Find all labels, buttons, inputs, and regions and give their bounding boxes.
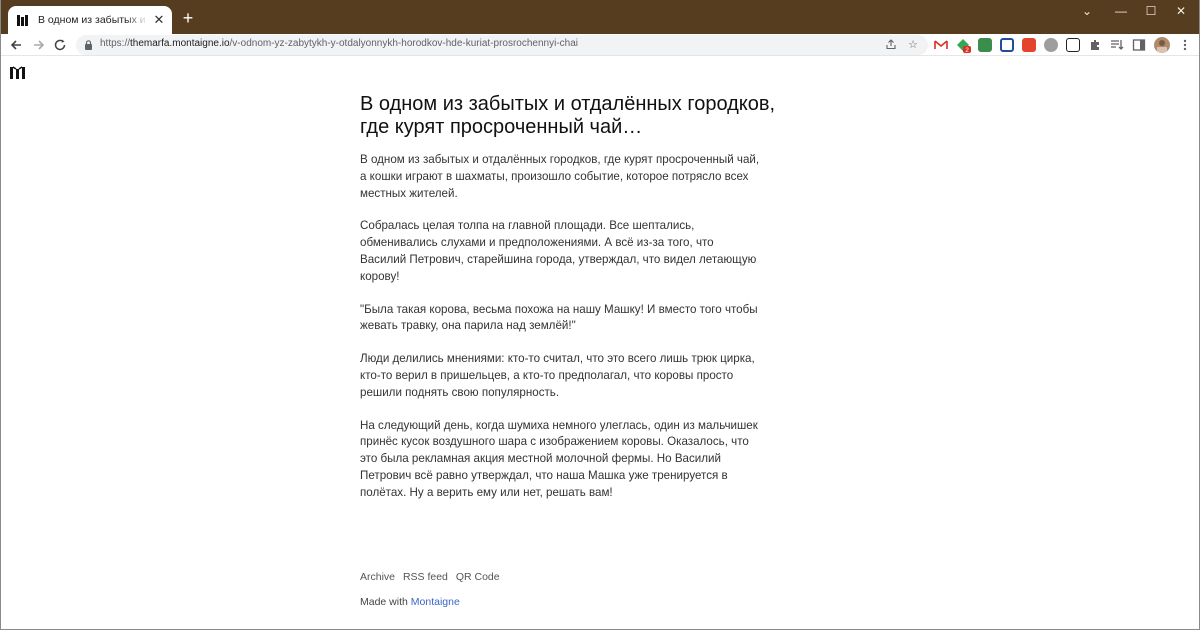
- bookmark-star-icon[interactable]: ☆: [906, 38, 920, 52]
- maximize-icon[interactable]: ☐: [1134, 0, 1168, 22]
- montaigne-logo-icon[interactable]: [9, 66, 29, 80]
- share-icon[interactable]: [884, 38, 898, 52]
- article-paragraph: На следующий день, когда шумиха немного …: [360, 418, 758, 499]
- todoist-extension-icon[interactable]: [1022, 38, 1036, 52]
- article: В одном из забытых и отдалённых городков…: [360, 93, 800, 518]
- notion-extension-icon[interactable]: [1066, 38, 1080, 52]
- tab-title: В одном из забытых и отдалённых городков…: [38, 14, 148, 26]
- article-paragraph: "Была такая корова, весьма похожа на наш…: [360, 302, 758, 333]
- footer-links: Archive RSS feed QR Code: [360, 571, 505, 583]
- extension-badge: 2: [965, 47, 969, 54]
- lock-icon[interactable]: [84, 40, 93, 50]
- trello-extension-icon[interactable]: [1000, 38, 1014, 52]
- minimize-icon[interactable]: —: [1104, 0, 1138, 22]
- menu-icon[interactable]: [1178, 38, 1192, 52]
- qr-code-link[interactable]: QR Code: [456, 571, 500, 583]
- made-with-label: Made with: [360, 596, 408, 608]
- article-title: В одном из забытых и отдалённых городков…: [360, 93, 776, 138]
- gmail-extension-icon[interactable]: [934, 38, 948, 52]
- window-close-icon[interactable]: ✕: [1164, 0, 1198, 22]
- montaigne-favicon-icon: [17, 15, 28, 26]
- reload-icon[interactable]: [52, 37, 68, 53]
- tab-search-icon[interactable]: ⌄: [1070, 0, 1104, 22]
- made-with-credit: Made with Montaigne: [360, 596, 460, 608]
- new-tab-button[interactable]: +: [178, 9, 198, 29]
- back-icon[interactable]: [8, 37, 24, 53]
- sheets-extension-icon[interactable]: [978, 38, 992, 52]
- extensions-icon[interactable]: [1088, 38, 1102, 52]
- browser-titlebar: В одном из забытых и отдалённых городков…: [0, 0, 1200, 34]
- side-panel-icon[interactable]: [1132, 38, 1146, 52]
- gray-extension-icon[interactable]: [1044, 38, 1058, 52]
- forward-icon[interactable]: [31, 37, 47, 53]
- article-paragraph: В одном из забытых и отдалённых городков…: [360, 153, 760, 200]
- rss-feed-link[interactable]: RSS feed: [403, 571, 448, 583]
- browser-toolbar: https://themarfa.montaigne.io/v-odnom-yz…: [0, 34, 1200, 56]
- profile-avatar[interactable]: [1154, 37, 1170, 53]
- article-paragraph: Собралась целая толпа на главной площади…: [360, 219, 757, 283]
- url-text[interactable]: https://themarfa.montaigne.io/v-odnom-yz…: [100, 38, 578, 49]
- article-paragraph: Люди делились мнениями: кто-то считал, ч…: [360, 352, 755, 399]
- reading-list-icon[interactable]: [1110, 38, 1124, 52]
- tab-close-icon[interactable]: ✕: [152, 13, 166, 27]
- montaigne-link[interactable]: Montaigne: [411, 596, 460, 608]
- archive-link[interactable]: Archive: [360, 571, 395, 583]
- address-bar[interactable]: https://themarfa.montaigne.io/v-odnom-yz…: [76, 35, 928, 55]
- browser-tab[interactable]: В одном из забытых и отдалённых городков…: [8, 6, 172, 34]
- green-extension-icon[interactable]: 2: [956, 38, 971, 54]
